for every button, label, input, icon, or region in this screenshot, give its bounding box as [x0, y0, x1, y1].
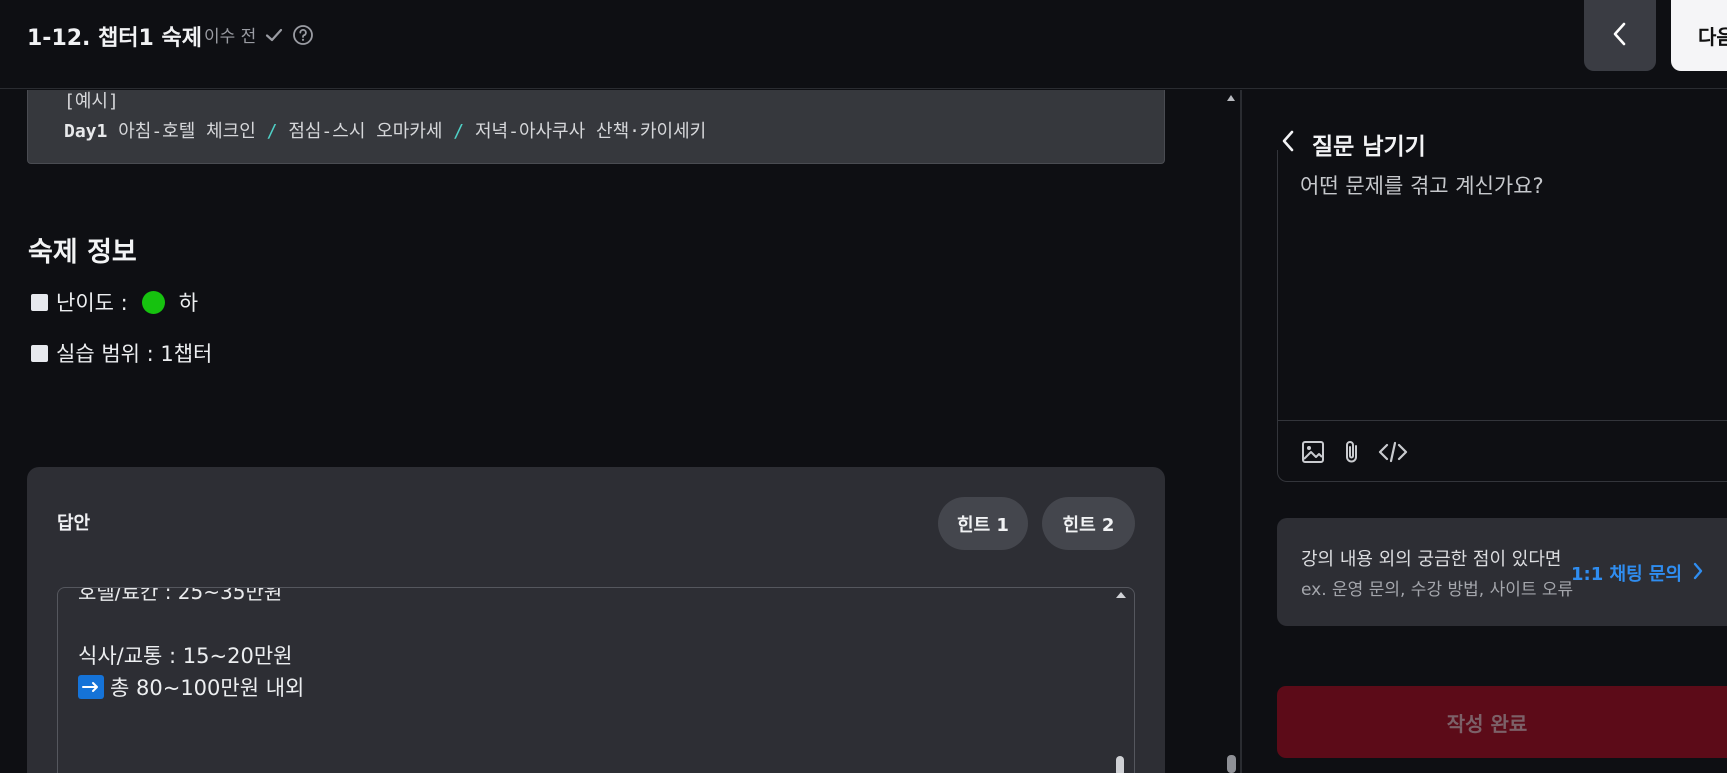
- panel-divider: [1240, 90, 1242, 773]
- chevron-right-icon: [1692, 561, 1704, 586]
- check-icon: [264, 25, 284, 45]
- lesson-title: 1-12. 챕터1 숙제: [27, 26, 202, 51]
- chat-inquiry-link[interactable]: 1:1 채팅 문의: [1571, 560, 1704, 586]
- submit-button[interactable]: 작성 완료: [1277, 686, 1727, 758]
- textbox-scroll-up-icon[interactable]: [1116, 592, 1126, 598]
- chat-inquiry-label: 1:1 채팅 문의: [1571, 564, 1683, 585]
- editor-toolbar: [1278, 420, 1727, 482]
- scope-row: 실습 범위 : 1챕터: [31, 338, 212, 368]
- answer-line-cut: 호텔/료칸 : 25~35만원: [78, 587, 283, 604]
- right-arrow-icon: [78, 675, 104, 699]
- code-segment-3: 저녁-아사쿠사 산책·카이세키: [474, 121, 707, 142]
- bullet-square-icon: [31, 344, 48, 362]
- difficulty-value: 하: [178, 291, 199, 315]
- bullet-square-icon: [31, 293, 48, 311]
- inquiry-card[interactable]: 강의 내용 외의 궁금한 점이 있다면 ex. 운영 문의, 수강 방법, 사이…: [1277, 518, 1727, 626]
- code-block: [예시] Day1 아침-호텔 체크인 / 점심-스시 오마카세 / 저녁-아사…: [27, 90, 1165, 164]
- question-editor[interactable]: 어떤 문제를 겪고 계신가요?: [1277, 150, 1727, 482]
- chevron-left-icon: [1609, 21, 1631, 51]
- green-circle-icon: [141, 290, 165, 314]
- homework-info-title: 숙제 정보: [28, 237, 137, 268]
- paperclip-icon[interactable]: [1340, 438, 1364, 466]
- textbox-scrollbar-thumb[interactable]: [1116, 756, 1124, 773]
- help-icon[interactable]: [292, 24, 314, 46]
- hint-1-button[interactable]: 힌트 1: [938, 497, 1028, 550]
- editor-placeholder: 어떤 문제를 겪고 계신가요?: [1300, 174, 1544, 198]
- page-scroll-up-icon[interactable]: [1227, 95, 1235, 101]
- code-segment-1: 아침-호텔 체크인: [118, 121, 256, 142]
- code-separator: /: [442, 121, 475, 142]
- answer-line-1: 식사/교통 : 15~20만원: [78, 644, 293, 668]
- next-lesson-button[interactable]: 다음: [1671, 0, 1727, 71]
- image-icon[interactable]: [1300, 439, 1326, 465]
- prev-lesson-button[interactable]: [1584, 0, 1656, 71]
- top-bar: 1-12. 챕터1 숙제 이수 전 다음: [0, 0, 1727, 89]
- completion-status: 이수 전: [204, 22, 314, 47]
- answer-card: 답안 힌트 1 힌트 2 호텔/료칸 : 25~35만원 식사/교통 : 15~…: [27, 467, 1165, 773]
- page-scrollbar-thumb[interactable]: [1227, 755, 1236, 773]
- answer-textbox[interactable]: 호텔/료칸 : 25~35만원 식사/교통 : 15~20만원 총 80~100…: [57, 587, 1135, 773]
- code-segment-2: 점심-스시 오마카세: [288, 121, 443, 142]
- answer-label: 답안: [57, 513, 91, 534]
- hint-2-button[interactable]: 힌트 2: [1042, 497, 1135, 550]
- answer-line-2: 총 80~100만원 내외: [110, 676, 305, 700]
- code-itinerary: Day1 아침-호텔 체크인 / 점심-스시 오마카세 / 저녁-아사쿠사 산책…: [64, 117, 1164, 147]
- code-separator: /: [255, 121, 289, 142]
- inquiry-subtitle: ex. 운영 문의, 수강 방법, 사이트 오류: [1301, 580, 1574, 600]
- inquiry-title: 강의 내용 외의 궁금한 점이 있다면: [1301, 549, 1562, 570]
- scope-label: 실습 범위 : 1챕터: [56, 342, 213, 366]
- lesson-content: [예시] Day1 아침-호텔 체크인 / 점심-스시 오마카세 / 저녁-아사…: [0, 90, 1240, 773]
- code-day: Day1: [64, 121, 108, 142]
- answer-line-2-row: 총 80~100만원 내외: [78, 672, 304, 702]
- code-label: [예시]: [64, 91, 119, 112]
- difficulty-row: 난이도 : 하: [31, 287, 198, 317]
- difficulty-label: 난이도 :: [56, 291, 128, 315]
- status-label: 이수 전: [204, 27, 257, 47]
- code-icon[interactable]: [1378, 439, 1408, 465]
